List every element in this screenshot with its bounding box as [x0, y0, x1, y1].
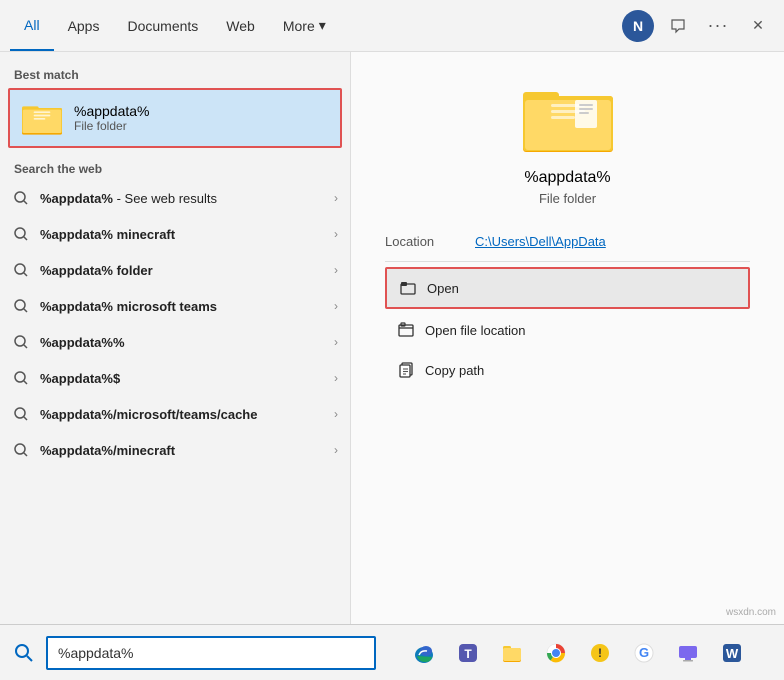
search-input[interactable]: [46, 636, 376, 670]
best-match-item[interactable]: %appdata% File folder: [8, 88, 342, 148]
open-file-location-label: Open file location: [425, 323, 525, 338]
copy-path-icon: [397, 361, 415, 379]
chevron-right-icon: ›: [334, 443, 338, 457]
tab-documents[interactable]: Documents: [113, 0, 212, 51]
copy-path-label: Copy path: [425, 363, 484, 378]
left-panel: Best match %appdata% File folder Search …: [0, 52, 350, 624]
more-button[interactable]: ···: [702, 10, 734, 42]
location-label: Location: [385, 234, 465, 249]
edge-icon[interactable]: [404, 633, 444, 673]
chevron-right-icon: ›: [334, 227, 338, 241]
best-match-text: %appdata% File folder: [74, 103, 150, 133]
bottom-bar: T ! G W: [0, 624, 784, 680]
list-item-text: %appdata% minecraft: [40, 227, 334, 242]
chevron-right-icon: ›: [334, 263, 338, 277]
top-nav: All Apps Documents Web More ▾ N ··· ✕: [0, 0, 784, 52]
tab-web[interactable]: Web: [212, 0, 269, 51]
avatar[interactable]: N: [622, 10, 654, 42]
svg-text:T: T: [464, 647, 472, 661]
best-match-title: %appdata%: [74, 103, 150, 119]
search-web-label: Search the web: [0, 156, 350, 180]
list-item[interactable]: %appdata%% ›: [0, 324, 350, 360]
search-icon: [12, 297, 30, 315]
chrome-icon[interactable]: [536, 633, 576, 673]
svg-text:W: W: [726, 646, 739, 661]
folder-icon-large: [523, 82, 613, 157]
open-file-location-button[interactable]: Open file location: [385, 311, 750, 349]
svg-text:!: !: [598, 646, 602, 660]
search-icon: [12, 189, 30, 207]
list-item-text: %appdata%/microsoft/teams/cache: [40, 407, 334, 422]
feedback-button[interactable]: [662, 10, 694, 42]
tab-more[interactable]: More ▾: [269, 11, 340, 40]
search-icon: [12, 225, 30, 243]
chevron-right-icon: ›: [334, 299, 338, 313]
location-row: Location C:\Users\Dell\AppData: [371, 226, 764, 257]
search-icon: [12, 261, 30, 279]
google-icon[interactable]: G: [624, 633, 664, 673]
open-label: Open: [427, 281, 459, 296]
list-item[interactable]: %appdata% minecraft ›: [0, 216, 350, 252]
taskbar-icons: T ! G W: [404, 633, 752, 673]
list-item-text: %appdata%$: [40, 371, 334, 386]
close-button[interactable]: ✕: [742, 10, 774, 42]
file-type: File folder: [539, 191, 596, 206]
list-item[interactable]: %appdata% folder ›: [0, 252, 350, 288]
location-path[interactable]: C:\Users\Dell\AppData: [475, 234, 606, 249]
teams-icon[interactable]: T: [448, 633, 488, 673]
best-match-subtitle: File folder: [74, 119, 150, 133]
search-icon-bottom: [10, 639, 38, 667]
list-item-text: %appdata% folder: [40, 263, 334, 278]
search-icon: [12, 405, 30, 423]
right-panel: %appdata% File folder Location C:\Users\…: [351, 52, 784, 624]
explorer-icon[interactable]: [492, 633, 532, 673]
file-title: %appdata%: [524, 169, 610, 187]
chevron-right-icon: ›: [334, 371, 338, 385]
remote-icon[interactable]: [668, 633, 708, 673]
chevron-right-icon: ›: [334, 191, 338, 205]
chevron-right-icon: ›: [334, 407, 338, 421]
feedback-icon: [670, 18, 686, 34]
search-icon: [12, 369, 30, 387]
list-item[interactable]: %appdata%/minecraft ›: [0, 432, 350, 468]
word-icon[interactable]: W: [712, 633, 752, 673]
norton-icon[interactable]: !: [580, 633, 620, 673]
svg-text:G: G: [639, 645, 649, 660]
folder-icon-small: [22, 98, 62, 138]
list-item[interactable]: %appdata% microsoft teams ›: [0, 288, 350, 324]
list-item-text: %appdata%/minecraft: [40, 443, 334, 458]
list-item[interactable]: %appdata% - See web results ›: [0, 180, 350, 216]
search-icon: [12, 441, 30, 459]
list-item-text: %appdata% microsoft teams: [40, 299, 334, 314]
list-item[interactable]: %appdata%/microsoft/teams/cache ›: [0, 396, 350, 432]
tab-all[interactable]: All: [10, 0, 54, 51]
tab-apps[interactable]: Apps: [54, 0, 114, 51]
copy-path-button[interactable]: Copy path: [385, 351, 750, 389]
chevron-down-icon: ▾: [319, 17, 326, 34]
search-icon: [12, 333, 30, 351]
chevron-right-icon: ›: [334, 335, 338, 349]
best-match-label: Best match: [0, 62, 350, 86]
list-item-text: %appdata%%: [40, 335, 334, 350]
open-button[interactable]: Open: [385, 267, 750, 309]
list-item[interactable]: %appdata%$ ›: [0, 360, 350, 396]
open-icon: [399, 279, 417, 297]
nav-controls: N ··· ✕: [622, 10, 774, 42]
file-location-icon: [397, 321, 415, 339]
list-item-text: %appdata% - See web results: [40, 191, 334, 206]
main-content: Best match %appdata% File folder Search …: [0, 52, 784, 624]
